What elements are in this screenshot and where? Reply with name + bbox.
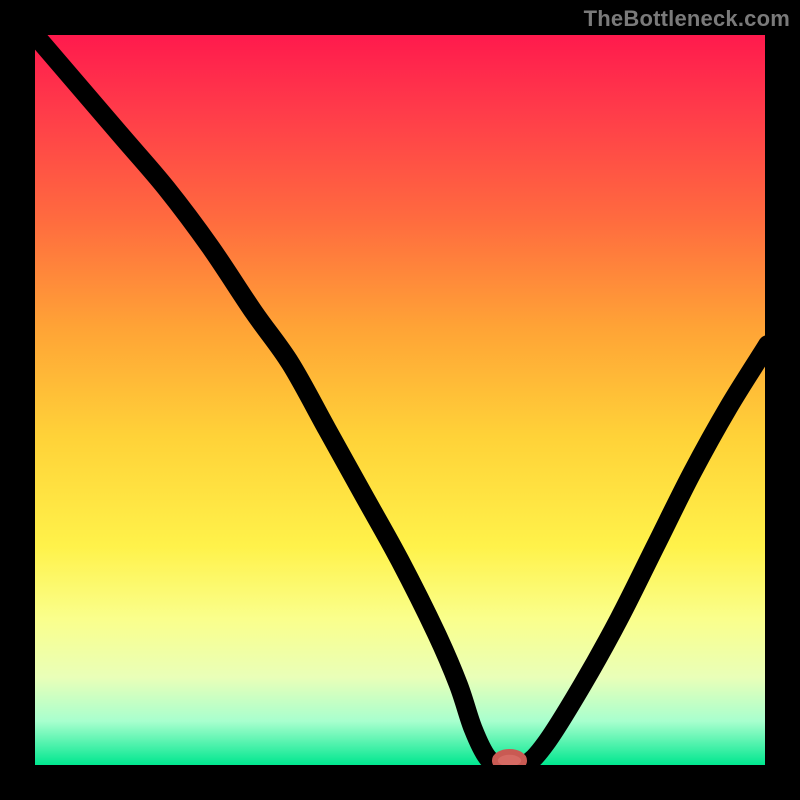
plot-area: [35, 35, 765, 765]
gradient-background: [35, 35, 765, 765]
watermark-text: TheBottleneck.com: [584, 6, 790, 32]
chart-frame: TheBottleneck.com: [0, 0, 800, 800]
plot-svg: [35, 35, 765, 765]
optimal-marker: [495, 752, 524, 765]
